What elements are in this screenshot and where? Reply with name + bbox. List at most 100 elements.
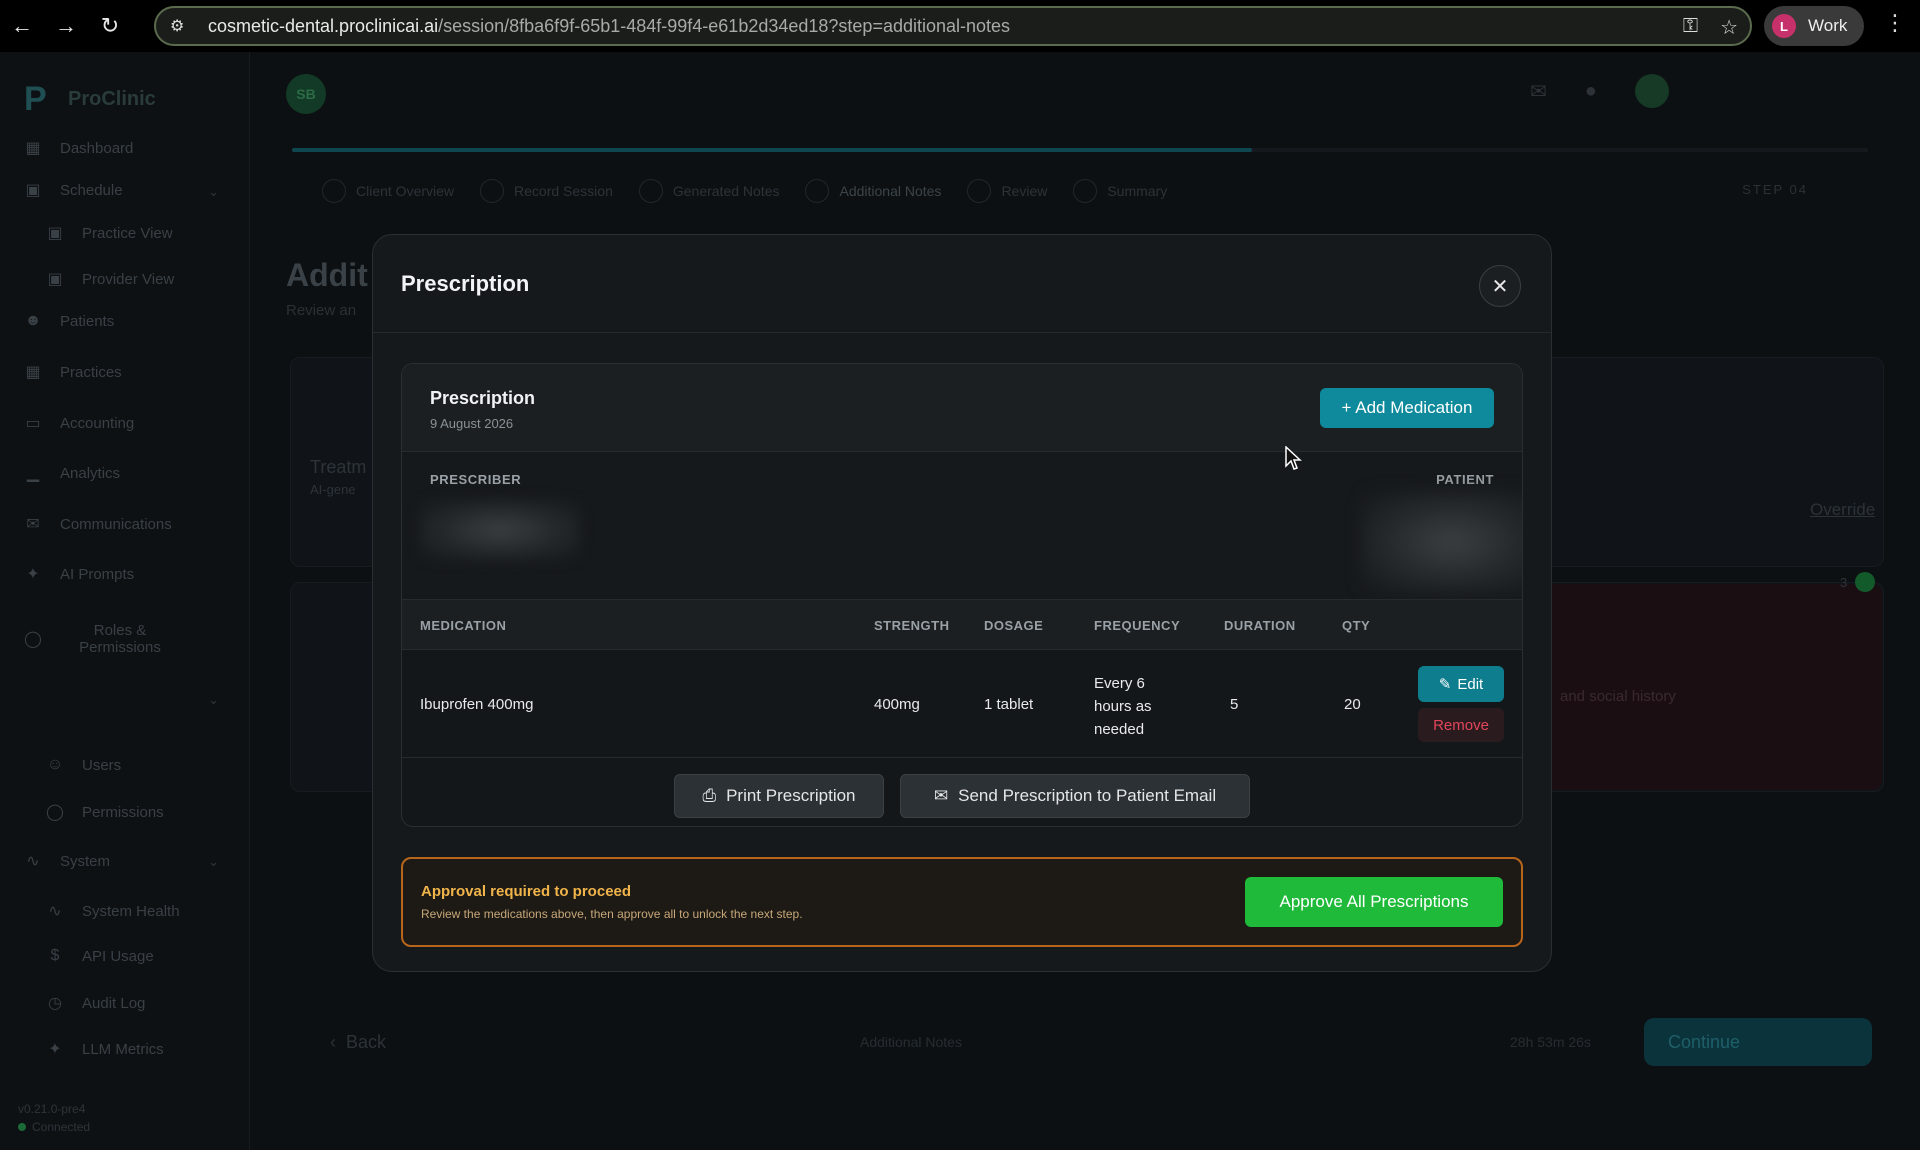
shield-icon: ◯: [24, 631, 42, 648]
url-text[interactable]: cosmetic-dental.proclinicai.ai/session/8…: [208, 16, 1010, 37]
prescription-date: 9 August 2026: [430, 416, 514, 431]
sidebar-item-label: Schedule: [60, 181, 123, 199]
patient-label: PATIENT: [1436, 472, 1494, 487]
close-icon: ✕: [1491, 275, 1509, 298]
progress-fill: [292, 148, 1252, 152]
prescription-actions: ⎙ Print Prescription ✉ Send Prescription t…: [402, 758, 1522, 826]
prescription-panel: Prescription 9 August 2026 + Add Medicat…: [401, 363, 1523, 827]
sidebar-item-practice-view[interactable]: ▣ Practice View: [44, 223, 172, 243]
connection-status-text: Connected: [32, 1120, 91, 1134]
browser-chrome: ← → ↻ ⚙ cosmetic-dental.proclinicai.ai/s…: [0, 0, 1920, 52]
brand-logo[interactable]: P ProClinic: [24, 82, 156, 116]
mail-icon: ✉: [26, 516, 40, 533]
chevron-down-icon[interactable]: ⌄: [208, 854, 219, 870]
sidebar-item-llm-metrics[interactable]: ✦ LLM Metrics: [44, 1039, 163, 1059]
sidebar-item-patients[interactable]: ☻ Patients: [22, 312, 115, 330]
address-bar[interactable]: ⚙ cosmetic-dental.proclinicai.ai/session…: [154, 6, 1752, 46]
step-review[interactable]: Review: [967, 179, 1047, 203]
profile-button[interactable]: L Work: [1764, 6, 1864, 46]
sidebar-item-analytics[interactable]: ▁ Analytics: [22, 463, 120, 483]
remove-button[interactable]: Remove: [1418, 708, 1504, 742]
medication-table-header: MEDICATION STRENGTH DOSAGE FREQUENCY DUR…: [402, 600, 1522, 650]
sidebar-item-label: Provider View: [82, 270, 175, 288]
sidebar-item-label: Permissions: [82, 803, 164, 821]
step-label: Record Session: [514, 183, 613, 199]
sidebar-item-roles-permissions[interactable]: ◯ Roles & Permissions: [22, 622, 212, 656]
pencil-icon: ✎: [1438, 676, 1452, 693]
override-link[interactable]: Override: [1810, 500, 1875, 520]
circle-icon: [1073, 179, 1098, 203]
sidebar-item-label: System Health: [82, 902, 180, 920]
session-timer: 28h 53m 26s: [1510, 1034, 1591, 1050]
bell-icon[interactable]: ✉: [1530, 79, 1547, 104]
sidebar-item-label: Practices: [60, 363, 122, 381]
sparkle-icon: ✦: [26, 566, 40, 583]
add-medication-button[interactable]: + Add Medication: [1320, 388, 1494, 428]
reload-icon[interactable]: ↻: [88, 0, 132, 52]
pulse-icon: ∿: [26, 853, 40, 870]
step-generated-notes[interactable]: Generated Notes: [638, 179, 780, 203]
cell-frequency: Every 6 hours as needed: [1094, 675, 1152, 738]
approval-title: Approval required to proceed: [421, 883, 632, 900]
chevron-down-icon[interactable]: ⌄: [208, 184, 219, 200]
sidebar-item-dashboard[interactable]: ▦ Dashboard: [22, 138, 133, 158]
key-icon[interactable]: ⚿: [1683, 15, 1698, 40]
cell-strength: 400mg: [874, 696, 920, 713]
step-label: Client Overview: [356, 183, 455, 199]
sidebar-item-permissions[interactable]: ◯ Permissions: [44, 802, 164, 822]
page-title: Addit: [286, 257, 368, 293]
print-prescription-button[interactable]: ⎙ Print Prescription: [674, 774, 884, 818]
check-icon: [480, 179, 505, 203]
prescriber-redacted: [420, 500, 580, 560]
cell-duration: 5: [1230, 696, 1239, 713]
calendar-icon: ▣: [25, 182, 41, 199]
brand-name: ProClinic: [68, 87, 156, 110]
mail-icon: ✉: [933, 786, 949, 805]
send-prescription-button[interactable]: ✉ Send Prescription to Patient Email: [900, 774, 1250, 818]
close-button[interactable]: ✕: [1479, 265, 1521, 307]
modal-header: Prescription ✕: [373, 235, 1551, 333]
sidebar-item-system-health[interactable]: ∿ System Health: [44, 901, 180, 921]
check-icon: [638, 179, 663, 203]
sidebar-item-label: API Usage: [82, 947, 154, 965]
continue-button[interactable]: Continue: [1644, 1018, 1872, 1066]
sidebar-item-communications[interactable]: ✉ Communications: [22, 514, 171, 534]
sidebar-item-users[interactable]: ☺ Users: [44, 756, 121, 774]
sidebar-item-audit-log[interactable]: ◷ Audit Log: [44, 993, 145, 1013]
col-strength: STRENGTH: [874, 618, 950, 633]
sidebar-item-provider-view[interactable]: ▣ Provider View: [44, 269, 174, 289]
step-client-overview[interactable]: Client Overview: [322, 179, 454, 203]
step-record-session[interactable]: Record Session: [480, 179, 613, 203]
sparkle-icon: ✦: [48, 1041, 62, 1058]
sidebar-item-practices[interactable]: ▦ Practices: [22, 362, 122, 382]
edit-button[interactable]: ✎ Edit: [1418, 666, 1504, 702]
step-label: Generated Notes: [672, 183, 780, 199]
status-dot-icon: [1855, 572, 1876, 592]
page-subtitle: Review an: [286, 302, 357, 319]
sidebar-item-ai-prompts[interactable]: ✦ AI Prompts: [22, 564, 134, 584]
printer-icon: ⎙: [702, 786, 717, 805]
back-arrow-icon[interactable]: ←: [0, 0, 44, 52]
user-avatar[interactable]: SB: [286, 74, 326, 114]
forward-arrow-icon[interactable]: →: [44, 0, 88, 52]
notification-icon[interactable]: ●: [1585, 80, 1597, 103]
chevron-down-icon[interactable]: ⌄: [208, 692, 219, 708]
patient-redacted: [1362, 492, 1522, 592]
approval-subtitle: Review the medications above, then appro…: [421, 907, 803, 921]
star-icon[interactable]: ☆: [1720, 15, 1738, 40]
approve-all-button[interactable]: Approve All Prescriptions: [1245, 877, 1503, 927]
more-vertical-icon[interactable]: ⋮: [1880, 10, 1910, 42]
right-avatar[interactable]: [1634, 74, 1669, 108]
step-summary[interactable]: Summary: [1073, 179, 1167, 203]
sidebar-item-system[interactable]: ∿ System: [22, 851, 110, 871]
site-settings-icon[interactable]: ⚙: [170, 16, 194, 36]
sidebar-item-api-usage[interactable]: $ API Usage: [44, 947, 154, 965]
step-additional-notes[interactable]: Additional Notes: [805, 179, 941, 203]
sidebar-item-schedule[interactable]: ▣ Schedule: [22, 180, 123, 200]
pulse-icon: ∿: [48, 903, 62, 920]
sidebar-item-accounting[interactable]: ▭ Accounting: [22, 413, 134, 433]
back-button[interactable]: ‹ Back: [330, 1032, 386, 1053]
cell-dosage: 1 tablet: [984, 696, 1034, 713]
card-icon: ▭: [25, 415, 41, 432]
check-icon: [322, 179, 346, 203]
